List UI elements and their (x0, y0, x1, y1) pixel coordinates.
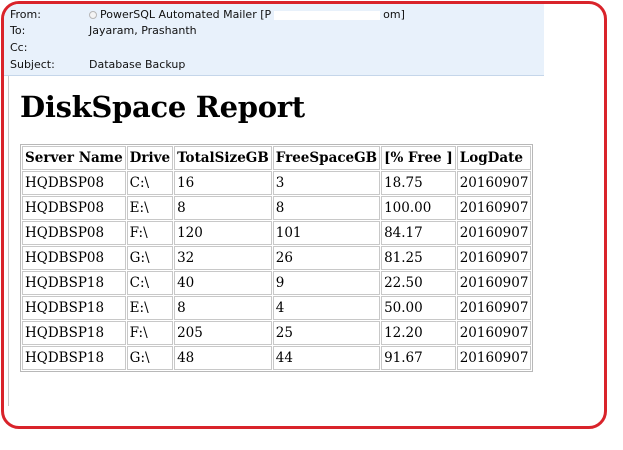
table-cell: 8 (174, 296, 272, 320)
table-row: HQDBSP18 F:\ 205 25 12.20 20160907 (22, 321, 532, 345)
from-value[interactable]: PowerSQL Automated Mailer [P om] (89, 8, 405, 22)
column-header: Drive (126, 146, 174, 170)
email-header: From: PowerSQL Automated Mailer [P om] T… (4, 4, 544, 76)
table-cell: 20160907 (456, 246, 532, 270)
subject-value: Database Backup (89, 58, 186, 71)
cc-label: Cc: (10, 41, 28, 54)
table-cell: 32 (174, 246, 272, 270)
diskspace-table: Server Name Drive TotalSizeGB FreeSpaceGB [%… (20, 144, 534, 372)
table-cell: 22.50 (381, 271, 456, 295)
table-cell: 20160907 (456, 296, 532, 320)
table-cell: HQDBSP18 (22, 346, 126, 370)
redacted-block (274, 10, 381, 20)
table-row: HQDBSP18 C:\ 40 9 22.50 20160907 (22, 271, 532, 295)
table-cell: HQDBSP18 (22, 271, 126, 295)
table-cell: 20160907 (456, 321, 532, 345)
column-header: [% Free ] (381, 146, 456, 170)
table-row: HQDBSP08 E:\ 8 8 100.00 20160907 (22, 196, 532, 220)
table-cell: 20160907 (456, 171, 532, 195)
table-cell: 12.20 (381, 321, 456, 345)
table-cell: HQDBSP18 (22, 296, 126, 320)
table-cell: G:\ (126, 246, 174, 270)
table-cell: E:\ (126, 296, 174, 320)
table-cell: 20160907 (456, 346, 532, 370)
table-cell: HQDBSP08 (22, 171, 126, 195)
table-cell: 26 (272, 246, 381, 270)
email-preview-frame: From: PowerSQL Automated Mailer [P om] T… (1, 1, 607, 429)
from-label: From: (10, 8, 41, 21)
table-cell: 20160907 (456, 221, 532, 245)
report-title: DiskSpace Report (20, 90, 305, 124)
table-cell: 100.00 (381, 196, 456, 220)
to-value[interactable]: Jayaram, Prashanth (89, 24, 197, 38)
table-cell: 81.25 (381, 246, 456, 270)
table-cell: C:\ (126, 171, 174, 195)
table-cell: E:\ (126, 196, 174, 220)
table-cell: F:\ (126, 321, 174, 345)
table-cell: 48 (174, 346, 272, 370)
contact-status-icon (89, 11, 97, 19)
table-cell: 50.00 (381, 296, 456, 320)
table-cell: C:\ (126, 271, 174, 295)
table-cell: 101 (272, 221, 381, 245)
email-body: DiskSpace Report Server Name Drive TotalSi… (20, 90, 534, 372)
table-row: HQDBSP08 C:\ 16 3 18.75 20160907 (22, 171, 532, 195)
table-cell: HQDBSP18 (22, 321, 126, 345)
table-cell: 16 (174, 171, 272, 195)
table-cell: F:\ (126, 221, 174, 245)
table-cell: 3 (272, 171, 381, 195)
table-body: HQDBSP08 C:\ 16 3 18.75 20160907 HQDBSP08 E:\ 8 8… (22, 171, 532, 370)
table-row: HQDBSP18 E:\ 8 4 50.00 20160907 (22, 296, 532, 320)
table-cell: 40 (174, 271, 272, 295)
subject-label: Subject: (10, 58, 55, 71)
table-cell: HQDBSP08 (22, 221, 126, 245)
table-cell: 84.17 (381, 221, 456, 245)
table-cell: 205 (174, 321, 272, 345)
table-row: HQDBSP08 F:\ 120 101 84.17 20160907 (22, 221, 532, 245)
table-cell: 9 (272, 271, 381, 295)
table-cell: 25 (272, 321, 381, 345)
body-left-rule (8, 76, 9, 406)
table-cell: 8 (272, 196, 381, 220)
table-header-row: Server Name Drive TotalSizeGB FreeSpaceGB [%… (22, 146, 532, 170)
table-cell: 4 (272, 296, 381, 320)
table-cell: 44 (272, 346, 381, 370)
table-cell: HQDBSP08 (22, 246, 126, 270)
table-cell: 8 (174, 196, 272, 220)
table-cell: 20160907 (456, 196, 532, 220)
column-header: Server Name (22, 146, 126, 170)
to-label: To: (10, 24, 26, 37)
column-header: TotalSizeGB (174, 146, 272, 170)
column-header: LogDate (456, 146, 532, 170)
table-cell: 91.67 (381, 346, 456, 370)
table-row: HQDBSP08 G:\ 32 26 81.25 20160907 (22, 246, 532, 270)
table-cell: 18.75 (381, 171, 456, 195)
column-header: FreeSpaceGB (272, 146, 381, 170)
table-cell: 20160907 (456, 271, 532, 295)
table-cell: 120 (174, 221, 272, 245)
table-cell: HQDBSP08 (22, 196, 126, 220)
table-cell: G:\ (126, 346, 174, 370)
from-sender-tail: om] (383, 8, 405, 21)
from-sender-text: PowerSQL Automated Mailer [P (100, 8, 272, 21)
table-row: HQDBSP18 G:\ 48 44 91.67 20160907 (22, 346, 532, 370)
